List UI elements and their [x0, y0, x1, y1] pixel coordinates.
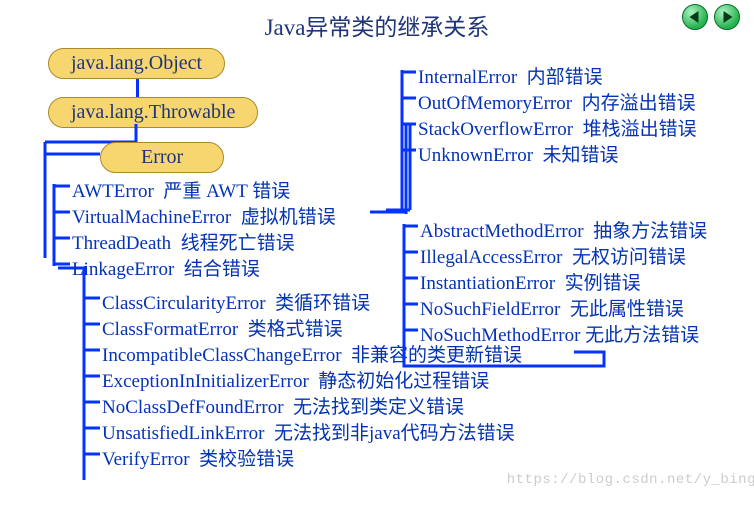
node-unknownerror: UnknownError 未知错误: [418, 140, 619, 167]
nav-controls: [682, 4, 740, 30]
rightb-group: AbstractMethodError 抽象方法错误 IllegalAccess…: [396, 216, 754, 386]
node-classformaterror: ClassFormatError 类格式错误: [102, 314, 343, 341]
diagram-stage: Error AWTError 严重 AWT 错误 VirtualMachineE…: [14, 124, 754, 494]
node-nosuchmethoderror: NoSuchMethodError 无此方法错误: [420, 320, 699, 347]
node-abstractmethoderror: AbstractMethodError 抽象方法错误: [420, 216, 707, 243]
node-outofmemoryerror: OutOfMemoryError 内存溢出错误: [418, 88, 696, 115]
node-instantiationerror: InstantiationError 实例错误: [420, 268, 641, 295]
prev-icon[interactable]: [682, 4, 708, 30]
node-noclassdeffounderror: NoClassDefFoundError 无法找到类定义错误: [102, 392, 464, 419]
node-internalerror: InternalError 内部错误: [418, 62, 603, 89]
node-nosuchfielderror: NoSuchFieldError 无此属性错误: [420, 294, 684, 321]
node-illegalaccesserror: IllegalAccessError 无权访问错误: [420, 242, 686, 269]
connector: [136, 79, 139, 97]
node-threaddeath: ThreadDeath 线程死亡错误: [72, 228, 295, 255]
watermark: https://blog.csdn.net/y_bing: [507, 472, 754, 488]
node-verifyerror: VerifyError 类校验错误: [102, 444, 294, 471]
node-classcircularityerror: ClassCircularityError 类循环错误: [102, 288, 370, 315]
node-linkageerror: LinkageError 结合错误: [72, 254, 260, 281]
node-stackoverflowerror: StackOverflowError 堆栈溢出错误: [418, 114, 697, 141]
node-virtualmachineerror: VirtualMachineError 虚拟机错误: [72, 202, 336, 229]
node-object: java.lang.Object: [48, 48, 225, 79]
node-awterror: AWTError 严重 AWT 错误: [72, 176, 290, 203]
righta-group: InternalError 内部错误 OutOfMemoryError 内存溢出…: [394, 62, 754, 182]
node-unsatisfiedlinkerror: UnsatisfiedLinkError 无法找到非java代码方法错误: [102, 418, 515, 445]
next-icon[interactable]: [714, 4, 740, 30]
node-error: Error: [100, 142, 224, 173]
page-title: Java异常类的继承关系: [14, 8, 740, 42]
